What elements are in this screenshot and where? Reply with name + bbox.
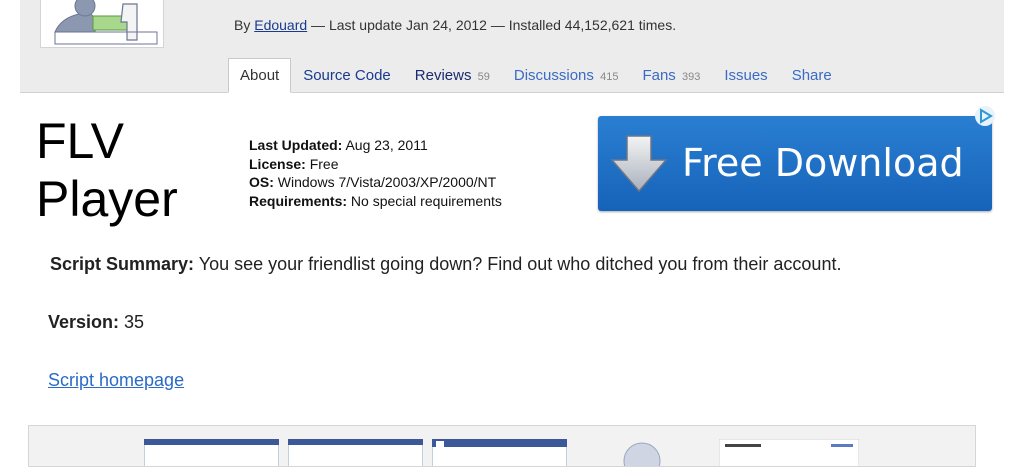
ad-info-label: Requirements:	[249, 192, 348, 209]
tab-label: Discussions	[513, 67, 594, 84]
tab-about[interactable]: About	[228, 58, 292, 93]
tab-label: Fans	[642, 67, 676, 84]
ad-info-value: No special requirements	[350, 192, 502, 209]
tab-count: 415	[600, 71, 619, 83]
tab-share[interactable]: Share	[780, 67, 844, 92]
byline-prefix: By	[234, 17, 255, 33]
tab-count: 393	[681, 71, 701, 83]
summary-text: You see your friendlist going down? Find…	[198, 254, 842, 274]
author-link[interactable]: Edouard	[254, 17, 307, 33]
ad-product-title: FLV Player	[36, 112, 178, 228]
ad-info-label: Last Updated:	[249, 137, 343, 153]
script-version: Version: 35	[48, 312, 144, 333]
summary-label: Script Summary:	[50, 254, 195, 274]
screenshot-gallery	[28, 425, 976, 467]
tab-label: Reviews	[414, 67, 472, 84]
tab-reviews[interactable]: Reviews 59	[403, 67, 502, 92]
ad-info-label: OS:	[249, 174, 274, 190]
script-homepage-link[interactable]: Script homepage	[48, 370, 184, 391]
tab-count: 59	[477, 71, 490, 83]
tab-label: Share	[791, 67, 832, 84]
adchoices-icon[interactable]	[974, 105, 996, 127]
version-value: 35	[124, 312, 145, 332]
ad-last-updated: Last Updated: Aug 23, 2011	[249, 136, 502, 155]
ad-product-info: Last Updated: Aug 23, 2011 License: Free…	[249, 136, 502, 210]
ad-info-label: License:	[249, 155, 306, 172]
ad-title-line2: Player	[36, 171, 178, 227]
tab-discussions[interactable]: Discussions 415	[502, 67, 631, 92]
tab-fans[interactable]: Fans 393	[630, 67, 712, 92]
free-download-button[interactable]: Free Download	[598, 116, 992, 211]
download-arrow-icon	[610, 135, 668, 193]
ad-info-value: Free	[309, 155, 339, 172]
facebook-unfriend-logo-icon	[54, 0, 158, 45]
tab-label: About	[240, 67, 280, 84]
script-tabs: About Source Code Reviews 59 Discussions…	[228, 58, 844, 93]
script-byline: By Edouard — Last update Jan 24, 2012 — …	[234, 17, 676, 33]
screenshot-thumbnail-2[interactable]	[288, 439, 423, 467]
version-label: Version:	[48, 312, 120, 332]
tab-label: Issues	[724, 67, 768, 84]
ad-info-value: Aug 23, 2011	[345, 137, 428, 153]
screenshot-thumbnail-4[interactable]	[612, 439, 672, 467]
ad-os: OS: Windows 7/Vista/2003/XP/2000/NT	[249, 173, 502, 192]
script-logo	[40, 0, 164, 48]
tab-issues[interactable]: Issues	[712, 67, 779, 92]
ad-requirements: Requirements: No special requirements	[249, 192, 502, 211]
ad-license: License: Free	[249, 155, 502, 174]
free-download-label: Free Download	[682, 141, 964, 185]
screenshot-thumbnail-5[interactable]	[719, 439, 859, 467]
ad-info-value: Windows 7/Vista/2003/XP/2000/NT	[277, 174, 497, 190]
screenshot-thumbnail-3[interactable]	[432, 439, 567, 467]
ad-title-line1: FLV	[36, 113, 124, 169]
byline-stats: — Last update Jan 24, 2012 — Installed 4…	[307, 17, 677, 33]
script-summary: Script Summary: You see your friendlist …	[50, 254, 841, 275]
screenshot-thumbnail-1[interactable]	[144, 439, 279, 467]
tab-source-code[interactable]: Source Code	[291, 67, 403, 92]
tab-label: Source Code	[303, 67, 391, 84]
